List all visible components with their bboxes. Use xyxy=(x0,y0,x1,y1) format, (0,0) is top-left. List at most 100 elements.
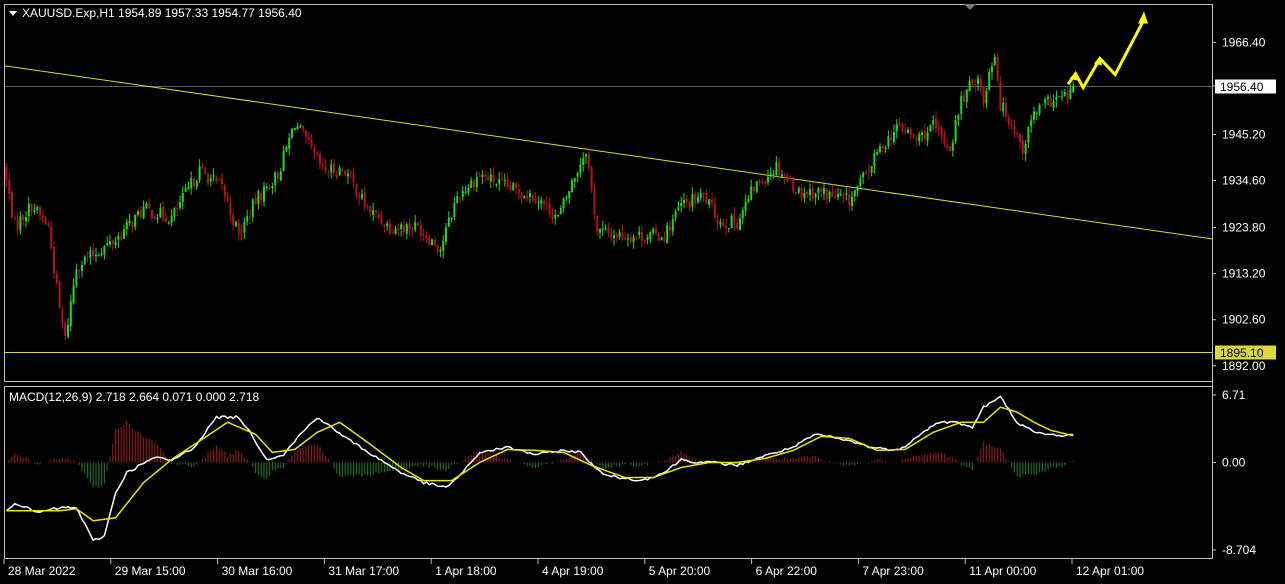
candle-body xyxy=(408,223,411,230)
candle-body xyxy=(190,178,193,189)
candle-body xyxy=(11,192,13,218)
candle-body xyxy=(1041,104,1044,106)
candle-body xyxy=(495,184,498,186)
candle-body xyxy=(299,126,302,128)
price-tick-label: 1945.20 xyxy=(1222,128,1266,142)
indicator-tick-label: 0.00 xyxy=(1222,455,1246,469)
candle-body xyxy=(643,239,646,241)
candle-body xyxy=(411,229,414,231)
candle-body xyxy=(1002,102,1005,112)
candle-body xyxy=(540,199,543,204)
candle-body xyxy=(414,222,417,230)
candle-body xyxy=(562,198,565,209)
candle-body xyxy=(573,178,576,182)
candle-body xyxy=(492,174,495,183)
candle-body xyxy=(954,120,957,142)
candle-body xyxy=(823,188,825,194)
candle-body xyxy=(271,186,274,188)
candle-body xyxy=(881,145,884,149)
candle-body xyxy=(683,199,685,204)
candle-body xyxy=(27,203,30,217)
candle-body xyxy=(932,120,935,125)
candle-body xyxy=(341,169,344,172)
candle-body xyxy=(856,185,859,192)
candle-body xyxy=(316,152,319,155)
candle-body xyxy=(198,166,201,181)
candle-body xyxy=(904,131,907,133)
candle-body xyxy=(8,179,11,194)
candle-body xyxy=(599,229,601,233)
candle-body xyxy=(296,126,299,130)
time-label: 28 Mar 2022 xyxy=(8,564,76,578)
candle-body xyxy=(775,162,778,175)
candle-body xyxy=(212,175,215,177)
candle-body xyxy=(232,214,235,226)
candle-body xyxy=(464,191,467,193)
candle-body xyxy=(725,225,727,229)
candle-body xyxy=(828,192,831,199)
candle-body xyxy=(641,231,643,241)
time-label: 30 Mar 16:00 xyxy=(222,564,293,578)
candle-body xyxy=(613,235,615,238)
candle-body xyxy=(170,216,173,223)
candle-body xyxy=(699,192,702,198)
time-label: 4 Apr 19:00 xyxy=(542,564,604,578)
candle-body xyxy=(971,79,974,84)
candle-body xyxy=(926,132,929,141)
candle-body xyxy=(25,217,27,222)
candle-body xyxy=(55,274,58,283)
candle-body xyxy=(965,89,968,102)
candle-body xyxy=(86,257,89,259)
price-tick-label: 1892.00 xyxy=(1222,359,1266,373)
candle-body xyxy=(291,128,293,138)
candle-body xyxy=(506,178,509,187)
candle-body xyxy=(226,196,229,201)
symbol-header: XAUUSD.Exp,H1 1954.89 1957.33 1954.77 19… xyxy=(22,6,302,20)
candle-body xyxy=(750,186,753,200)
candle-body xyxy=(475,176,478,188)
candle-body xyxy=(587,153,590,168)
candle-body xyxy=(39,207,41,215)
candle-body xyxy=(688,201,691,208)
candle-body xyxy=(923,131,926,140)
candle-body xyxy=(67,324,69,337)
candle-body xyxy=(176,208,179,210)
candle-body xyxy=(537,202,540,204)
candle-body xyxy=(716,219,719,224)
candle-body xyxy=(453,203,456,217)
candle-body xyxy=(851,196,853,207)
candle-body xyxy=(383,224,386,228)
candle-body xyxy=(515,183,517,188)
candle-body xyxy=(173,208,176,217)
candle-body xyxy=(674,211,677,218)
candle-body xyxy=(100,254,103,256)
candle-body xyxy=(610,231,613,238)
candle-body xyxy=(1016,133,1019,135)
candle-body xyxy=(237,222,240,233)
candle-body xyxy=(503,180,506,182)
candle-body xyxy=(83,257,86,264)
candle-body xyxy=(786,176,789,179)
candle-body xyxy=(53,246,55,274)
candle-body xyxy=(125,222,128,230)
candle-body xyxy=(582,158,585,165)
candle-body xyxy=(114,241,117,245)
candle-body xyxy=(593,187,596,215)
candle-body xyxy=(209,178,212,182)
candle-body xyxy=(806,191,809,195)
candle-body xyxy=(526,195,529,199)
candle-body xyxy=(380,217,383,224)
candle-body xyxy=(621,232,624,240)
candle-body xyxy=(179,201,181,208)
candle-body xyxy=(727,228,730,230)
candle-body xyxy=(831,192,834,198)
candle-body xyxy=(145,203,148,209)
candle-body xyxy=(1019,134,1021,142)
candle-body xyxy=(251,199,254,218)
candle-body xyxy=(487,176,489,180)
candle-body xyxy=(377,213,380,219)
candle-body xyxy=(1010,123,1013,125)
candle-body xyxy=(744,201,747,211)
candle-body xyxy=(106,243,109,245)
candle-body xyxy=(366,206,369,208)
